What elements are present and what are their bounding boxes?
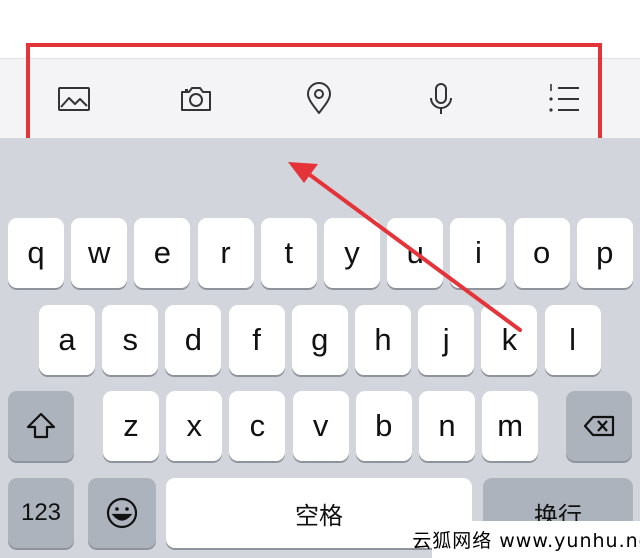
key-p[interactable]: p — [576, 218, 633, 288]
image-icon — [58, 87, 90, 111]
key-h[interactable]: h — [355, 305, 411, 375]
watermark: 云狐网络 www.yunhu.net — [412, 521, 640, 558]
key-z[interactable]: z — [103, 391, 159, 461]
numbers-key[interactable]: 123 — [8, 478, 74, 548]
numbered-list-icon — [549, 84, 579, 112]
location-button[interactable] — [297, 79, 341, 119]
key-r[interactable]: r — [197, 218, 254, 288]
key-m[interactable]: m — [482, 391, 539, 461]
key-w[interactable]: w — [71, 218, 128, 288]
shift-key[interactable] — [8, 391, 74, 461]
key-i[interactable]: i — [450, 218, 507, 288]
key-d[interactable]: d — [165, 305, 222, 375]
emoji-icon — [106, 497, 138, 529]
key-q[interactable]: q — [8, 218, 64, 288]
key-f[interactable]: f — [228, 305, 285, 375]
key-g[interactable]: g — [291, 305, 348, 375]
insert-image-button[interactable] — [52, 79, 96, 119]
key-c[interactable]: c — [229, 391, 286, 461]
voice-input-button[interactable] — [419, 79, 463, 119]
key-a[interactable]: a — [39, 305, 95, 375]
shift-arrow-icon — [26, 412, 56, 439]
content-area — [0, 0, 640, 58]
key-j[interactable]: j — [418, 305, 475, 375]
location-pin-icon — [307, 82, 331, 114]
emoji-key[interactable] — [88, 478, 156, 548]
backspace-icon — [583, 415, 615, 437]
key-t[interactable]: t — [260, 218, 317, 288]
list-button[interactable] — [542, 79, 586, 119]
delete-key[interactable] — [566, 391, 632, 461]
camera-icon — [181, 87, 211, 111]
key-v[interactable]: v — [292, 391, 349, 461]
key-e[interactable]: e — [134, 218, 191, 288]
key-o[interactable]: o — [513, 218, 570, 288]
key-u[interactable]: u — [387, 218, 444, 288]
key-k[interactable]: k — [481, 305, 538, 375]
key-y[interactable]: y — [324, 218, 380, 288]
key-n[interactable]: n — [419, 391, 475, 461]
key-x[interactable]: x — [166, 391, 223, 461]
microphone-icon — [430, 83, 452, 114]
key-s[interactable]: s — [102, 305, 159, 375]
key-l[interactable]: l — [544, 305, 601, 375]
editor-toolbar — [0, 58, 640, 138]
key-b[interactable]: b — [355, 391, 412, 461]
camera-button[interactable] — [174, 79, 218, 119]
